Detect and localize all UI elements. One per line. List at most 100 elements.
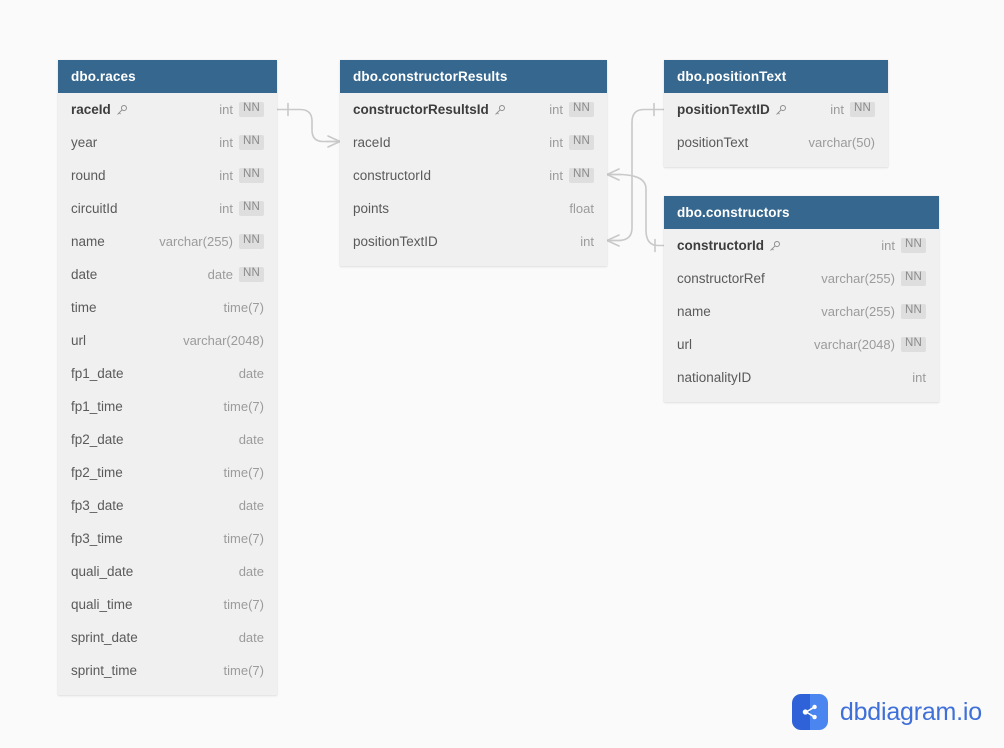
field-row[interactable]: sprint_time time(7): [58, 654, 277, 687]
field-name-label: quali_date: [71, 564, 134, 579]
field-name-cell: name: [677, 304, 821, 319]
field-name-label: constructorResultsId: [353, 102, 489, 117]
not-null-badge: NN: [900, 271, 926, 286]
field-type-label: int: [549, 102, 563, 117]
field-row[interactable]: positionTextID int NN: [664, 93, 888, 126]
field-name-label: quali_time: [71, 597, 133, 612]
field-name-cell: name: [71, 234, 159, 249]
table-title-positionText[interactable]: dbo.positionText: [664, 60, 888, 93]
field-row[interactable]: url varchar(2048) NN: [664, 328, 939, 361]
field-type-label: time(7): [223, 531, 264, 546]
field-meta-cell: date NN: [208, 267, 264, 282]
table-body-positionText: positionTextID int NN positionText varchar(5…: [664, 93, 888, 167]
table-body-constructors: constructorId int NN constructorRef varchar(…: [664, 229, 939, 402]
field-row[interactable]: constructorRef varchar(255) NN: [664, 262, 939, 295]
field-meta-cell: time(7): [224, 531, 264, 546]
field-name-label: year: [71, 135, 98, 150]
watermark-label: dbdiagram.io: [839, 697, 982, 726]
field-meta-cell: varchar(50): [809, 135, 875, 150]
field-name-cell: raceId: [353, 135, 549, 150]
table-card-constructors[interactable]: dbo.constructors constructorId int NN constr…: [664, 196, 939, 402]
field-name-cell: fp3_time: [71, 531, 224, 546]
field-row[interactable]: quali_date date: [58, 555, 277, 588]
field-row[interactable]: fp3_date date: [58, 489, 277, 522]
field-row[interactable]: year int NN: [58, 126, 277, 159]
field-row[interactable]: fp2_date date: [58, 423, 277, 456]
field-meta-cell: int: [580, 234, 594, 249]
field-type-label: int: [580, 234, 594, 249]
field-name-label: constructorId: [353, 168, 432, 183]
field-meta-cell: int NN: [219, 135, 264, 150]
table-title-races[interactable]: dbo.races: [58, 60, 277, 93]
field-name-label: nationalityID: [677, 370, 752, 385]
field-name-label: fp1_time: [71, 399, 123, 414]
field-meta-cell: varchar(255) NN: [159, 234, 264, 249]
field-name-label: positionTextID: [677, 102, 770, 117]
field-name-cell: positionText: [677, 135, 809, 150]
field-meta-cell: date: [239, 366, 264, 381]
field-row[interactable]: url varchar(2048): [58, 324, 277, 357]
field-name-cell: quali_time: [71, 597, 224, 612]
field-row[interactable]: sprint_date date: [58, 621, 277, 654]
field-row[interactable]: positionTextID int: [340, 225, 607, 258]
table-card-positionText[interactable]: dbo.positionText positionTextID int NN posit…: [664, 60, 888, 167]
field-row[interactable]: constructorId int NN: [340, 159, 607, 192]
field-row[interactable]: raceId int NN: [58, 93, 277, 126]
field-row[interactable]: raceId int NN: [340, 126, 607, 159]
field-name-cell: nationalityID: [677, 370, 912, 385]
field-row[interactable]: positionText varchar(50): [664, 126, 888, 159]
field-name-label: url: [677, 337, 693, 352]
field-row[interactable]: fp1_date date: [58, 357, 277, 390]
field-type-label: float: [569, 201, 594, 216]
field-row[interactable]: date date NN: [58, 258, 277, 291]
field-type-label: date: [238, 366, 264, 381]
field-name-label: sprint_date: [71, 630, 138, 645]
field-meta-cell: varchar(2048): [183, 333, 264, 348]
field-type-label: int: [219, 135, 233, 150]
field-type-label: varchar(2048): [183, 333, 264, 348]
not-null-badge: NN: [568, 135, 594, 150]
field-name-label: fp2_date: [71, 432, 124, 447]
field-meta-cell: time(7): [224, 597, 264, 612]
primary-key-icon: [775, 104, 787, 116]
table-body-constructorResults: constructorResultsId int NN raceId int NN cons…: [340, 93, 607, 266]
field-name-label: name: [71, 234, 105, 249]
field-name-label: fp2_time: [71, 465, 123, 480]
field-meta-cell: int NN: [549, 135, 594, 150]
field-type-label: time(7): [223, 663, 264, 678]
table-card-races[interactable]: dbo.races raceId int NN year int NN round int NN c…: [58, 60, 277, 695]
not-null-badge: NN: [849, 102, 875, 117]
field-meta-cell: int NN: [830, 102, 875, 117]
field-row[interactable]: fp2_time time(7): [58, 456, 277, 489]
field-name-label: url: [71, 333, 87, 348]
field-meta-cell: date: [239, 498, 264, 513]
table-title-constructorResults[interactable]: dbo.constructorResults: [340, 60, 607, 93]
field-row[interactable]: circuitId int NN: [58, 192, 277, 225]
field-type-label: int: [549, 168, 563, 183]
field-name-label: fp3_date: [71, 498, 124, 513]
table-card-constructorResults[interactable]: dbo.constructorResults constructorResults…: [340, 60, 607, 266]
field-name-label: raceId: [71, 102, 111, 117]
field-meta-cell: int NN: [549, 168, 594, 183]
dbdiagram-watermark[interactable]: dbdiagram.io: [791, 694, 982, 730]
not-null-badge: NN: [238, 135, 264, 150]
field-row[interactable]: points float: [340, 192, 607, 225]
field-row[interactable]: constructorId int NN: [664, 229, 939, 262]
field-name-label: fp1_date: [71, 366, 124, 381]
not-null-badge: NN: [238, 234, 264, 249]
field-row[interactable]: fp1_time time(7): [58, 390, 277, 423]
field-row[interactable]: constructorResultsId int NN: [340, 93, 607, 126]
field-row[interactable]: name varchar(255) NN: [664, 295, 939, 328]
field-row[interactable]: name varchar(255) NN: [58, 225, 277, 258]
table-title-constructors[interactable]: dbo.constructors: [664, 196, 939, 229]
field-row[interactable]: time time(7): [58, 291, 277, 324]
field-name-label: time: [71, 300, 97, 315]
field-row[interactable]: nationalityID int: [664, 361, 939, 394]
field-meta-cell: int NN: [881, 238, 926, 253]
field-row[interactable]: round int NN: [58, 159, 277, 192]
field-row[interactable]: fp3_time time(7): [58, 522, 277, 555]
field-name-cell: constructorId: [353, 168, 549, 183]
field-meta-cell: time(7): [224, 399, 264, 414]
field-type-label: time(7): [223, 465, 264, 480]
field-row[interactable]: quali_time time(7): [58, 588, 277, 621]
